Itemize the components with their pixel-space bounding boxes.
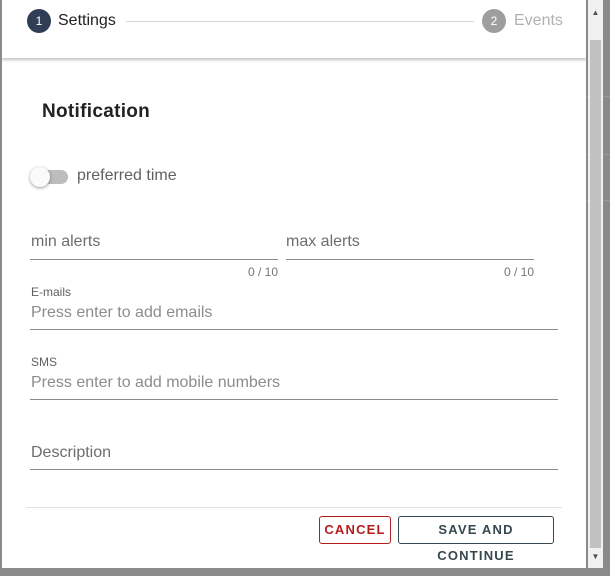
field-underline	[30, 469, 558, 470]
settings-dialog: 1 Settings 2 Events Notification preferr…	[2, 0, 586, 568]
triangle-down-icon[interactable]: ▼	[588, 550, 603, 564]
max-alerts-label: max alerts	[286, 233, 360, 250]
field-underline	[30, 329, 558, 330]
step-label: Events	[514, 12, 563, 29]
step-number-badge: 1	[27, 9, 51, 33]
section-title: Notification	[42, 101, 151, 122]
cancel-button[interactable]: CANCEL	[319, 516, 391, 544]
sms-placeholder: Press enter to add mobile numbers	[31, 374, 281, 391]
scroll-thumb[interactable]	[590, 40, 601, 548]
field-underline	[30, 399, 558, 400]
min-alerts-counter: 0 / 10	[247, 265, 278, 279]
actions-divider	[26, 507, 562, 508]
max-alerts-counter: 0 / 10	[503, 265, 534, 279]
step-connector	[126, 21, 474, 22]
step-label: Settings	[58, 12, 116, 29]
field-underline	[30, 259, 278, 260]
step-number-badge: 2	[482, 9, 506, 33]
emails-label: E-mails	[31, 285, 72, 299]
max-alerts-field[interactable]: max alerts	[286, 230, 534, 260]
sms-input[interactable]: Press enter to add mobile numbers	[30, 370, 558, 400]
preferred-time-toggle[interactable]	[30, 167, 70, 187]
emails-input[interactable]: Press enter to add emails	[30, 300, 558, 330]
sms-label: SMS	[31, 355, 58, 369]
preferred-time-label: preferred time	[77, 167, 177, 184]
field-underline	[286, 259, 534, 260]
description-field[interactable]: Description	[30, 440, 558, 470]
save-and-continue-button[interactable]: SAVE AND CONTINUE	[398, 516, 554, 563]
dialog-scrollbar[interactable]: ▲ ▼	[588, 0, 603, 568]
description-label: Description	[31, 444, 112, 461]
min-alerts-label: min alerts	[31, 233, 101, 250]
triangle-up-icon[interactable]: ▲	[588, 6, 603, 20]
stepper: 1 Settings 2 Events	[2, 0, 586, 58]
toggle-knob	[30, 167, 50, 187]
min-alerts-field[interactable]: min alerts	[30, 230, 278, 260]
emails-placeholder: Press enter to add emails	[31, 304, 213, 321]
